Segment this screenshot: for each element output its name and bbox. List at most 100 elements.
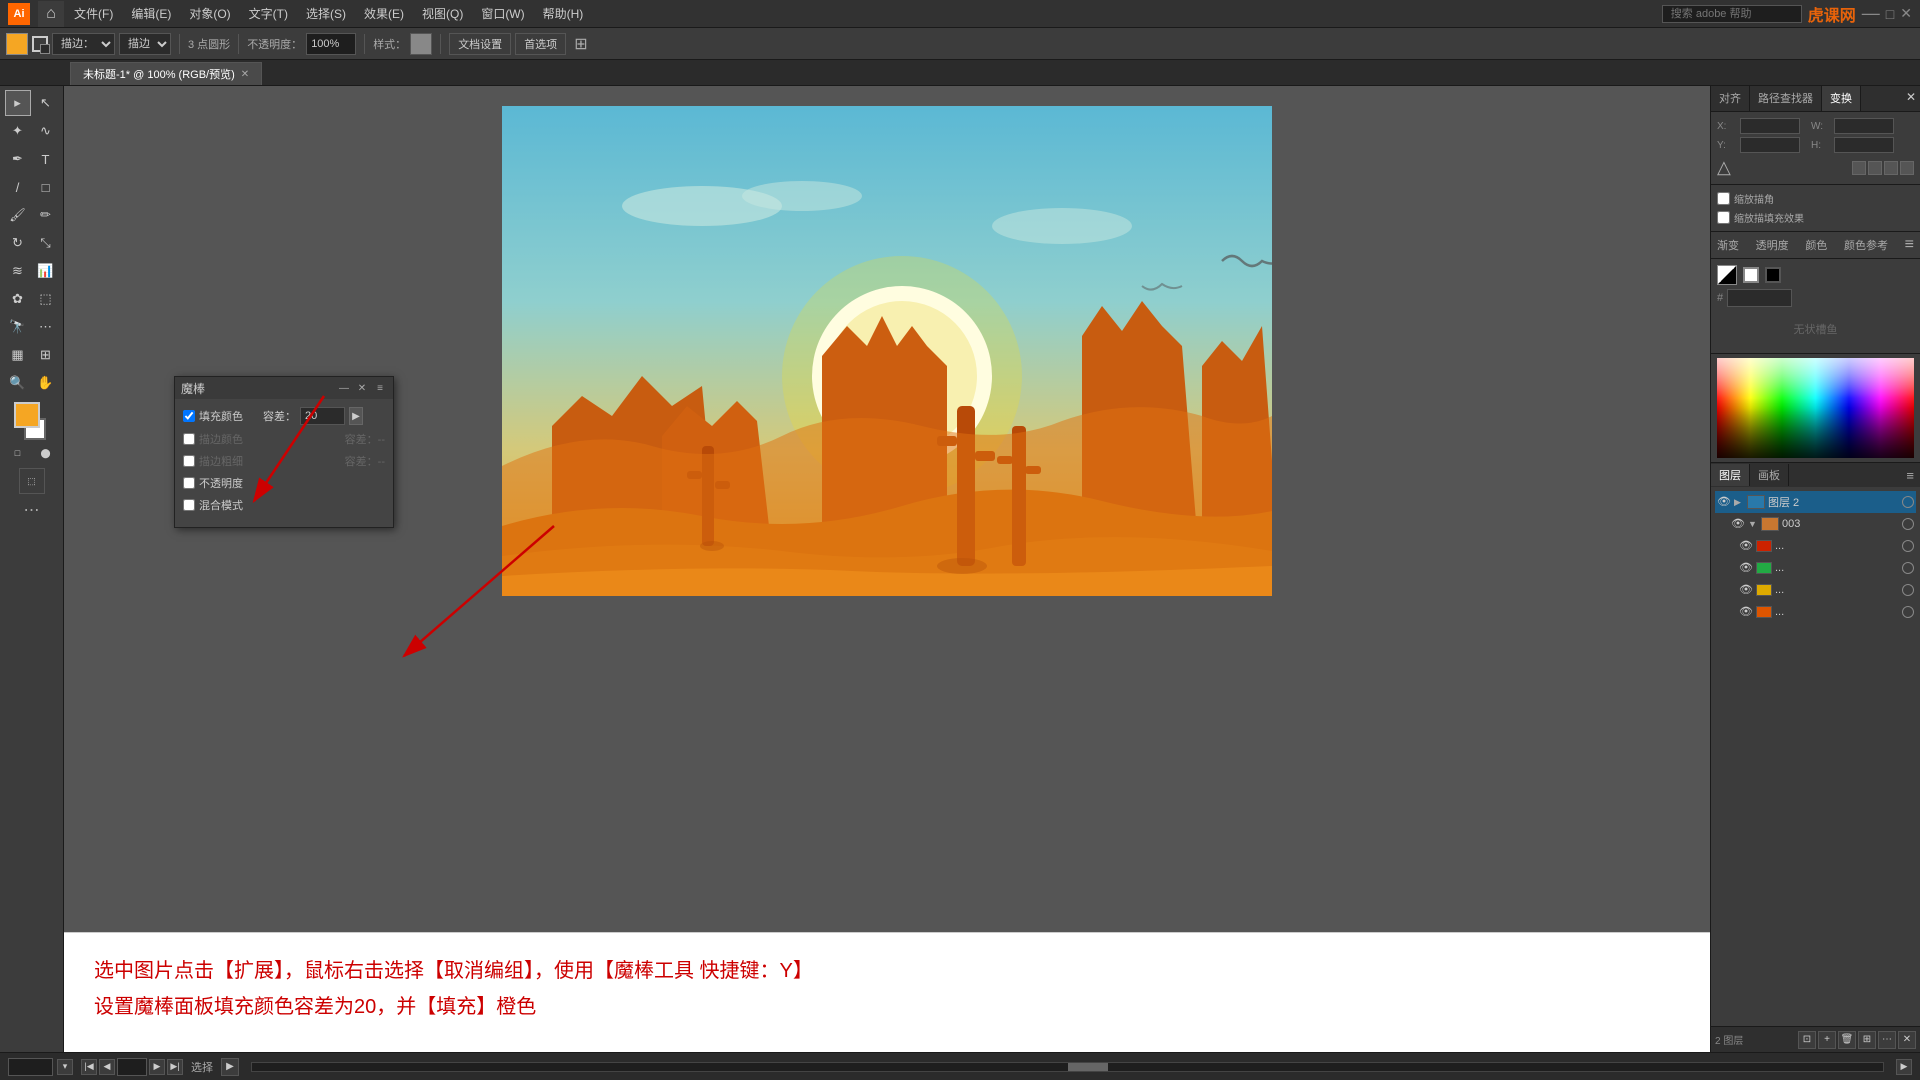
stroke-mode-select[interactable]: 描边 [119,33,171,55]
layer-eye-003[interactable]: 👁 [1731,517,1745,531]
scale-effects-checkbox[interactable] [1717,211,1730,224]
scale-btn[interactable]: ⤡ [33,230,59,256]
layer-eye-orange[interactable]: 👁 [1739,605,1753,619]
page-input[interactable]: 1 [117,1058,147,1076]
menu-file[interactable]: 文件(F) [66,3,121,24]
doc-settings-btn[interactable]: 文档设置 [449,33,511,55]
delete-layer-btn[interactable]: 🗑 [1838,1031,1856,1049]
tab-close-btn[interactable]: ✕ [241,69,249,80]
blend-btn[interactable]: ⋯ [33,314,59,340]
layer-arrow-2[interactable]: ▶ [1734,497,1744,508]
stroke-color-checkbox[interactable] [183,433,195,445]
layer-eye-red[interactable]: 👁 [1739,539,1753,553]
y-input[interactable] [1740,137,1800,153]
mesh-btn[interactable]: ⊞ [33,342,59,368]
layer-item-orange[interactable]: 👁 ... [1715,601,1916,623]
scale-strokes-checkbox[interactable] [1717,192,1730,205]
prev-page-btn[interactable]: ◀ [99,1059,115,1075]
layer-lock-003[interactable] [1902,518,1914,530]
rotate-btn[interactable]: ↻ [5,230,31,256]
artboard-tab[interactable]: 画板 [1750,464,1789,486]
mask-mode-btn[interactable]: ⬤ [33,440,59,466]
menu-object[interactable]: 对象(O) [181,3,238,24]
menu-edit[interactable]: 编辑(E) [123,3,179,24]
lasso-btn[interactable]: ∿ [33,118,59,144]
rect-btn[interactable]: □ [33,174,59,200]
restore-btn[interactable]: □ [1886,6,1894,22]
transform-btn-1[interactable] [1852,161,1866,175]
artboard-tool-btn[interactable]: ⬚ [19,468,45,494]
brush-type-select[interactable]: 描边： [52,33,115,55]
minimize-btn[interactable]: — [1862,3,1880,24]
pen-btn[interactable]: ✒ [5,146,31,172]
layer-eye-green[interactable]: 👁 [1739,561,1753,575]
zoom-btn[interactable]: 🔍 [5,370,31,396]
symbol-btn[interactable]: ✿ [5,286,31,312]
close-btn[interactable]: ✕ [1900,5,1912,22]
menu-help[interactable]: 帮助(H) [535,3,592,24]
style-color-box[interactable] [410,33,432,55]
pathfinder-tab[interactable]: 路径查找器 [1750,86,1822,111]
layers-tab[interactable]: 图层 [1711,464,1750,486]
layer-eye-2[interactable]: 👁 [1717,495,1731,509]
layer-lock-red[interactable] [1902,540,1914,552]
layer-lock-yellow[interactable] [1902,584,1914,596]
menu-window[interactable]: 窗口(W) [473,3,532,24]
prefs-btn[interactable]: 首选项 [515,33,566,55]
eyedropper-btn[interactable]: 🔭 [5,314,31,340]
stroke-width-checkbox[interactable] [183,455,195,467]
arrange-icon[interactable]: ⊞ [574,36,587,53]
layer-extra-btn[interactable]: ⋯ [1878,1031,1896,1049]
hex-input[interactable]: EF9D2E [1727,289,1792,307]
panel-close-btn[interactable]: ✕ [355,381,369,395]
opacity-input[interactable] [306,33,356,55]
gradient-swatch[interactable] [1717,265,1737,285]
menu-view[interactable]: 视图(Q) [414,3,471,24]
layer-arrow-003[interactable]: ▼ [1748,519,1758,529]
hand-btn[interactable]: ✋ [33,370,59,396]
magic-wand-btn[interactable]: ✦ [5,118,31,144]
scroll-right-btn[interactable]: ▶ [1896,1059,1912,1075]
layer-lock-orange[interactable] [1902,606,1914,618]
zoom-dropdown-btn[interactable]: ▾ [57,1059,73,1075]
align-tab[interactable]: 对齐 [1711,86,1750,111]
transform-btn-4[interactable] [1900,161,1914,175]
x-input[interactable] [1740,118,1800,134]
panel-menu-btn[interactable]: ≡ [373,381,387,395]
transform-btn-2[interactable] [1868,161,1882,175]
gradient-btn[interactable]: ▦ [5,342,31,368]
create-new-layer-btn[interactable]: + [1818,1031,1836,1049]
foreground-color[interactable] [14,402,40,428]
layer-item-003[interactable]: 👁 ▼ 003 [1715,513,1916,535]
first-page-btn[interactable]: |◀ [81,1059,97,1075]
layer-lock-green[interactable] [1902,562,1914,574]
play-btn[interactable]: ▶ [221,1058,239,1076]
normal-mode-btn[interactable]: □ [5,440,31,466]
fill-tolerance-input[interactable] [300,407,345,425]
layer-trash-btn[interactable]: ✕ [1898,1031,1916,1049]
layer-item-yellow[interactable]: 👁 ... [1715,579,1916,601]
home-btn[interactable]: ⌂ [38,1,64,27]
more-tools-btn[interactable]: ⋯ [24,500,40,520]
fill-color-swatch[interactable] [6,33,28,55]
transform-tab[interactable]: 变换 [1822,86,1861,111]
opacity-checkbox[interactable] [183,477,195,489]
layer-eye-yellow[interactable]: 👁 [1739,583,1753,597]
black-swatch[interactable] [1765,267,1781,283]
menu-select[interactable]: 选择(S) [298,3,354,24]
h-input[interactable] [1834,137,1894,153]
right-panel-close-btn[interactable]: ✕ [1902,86,1920,111]
chart-btn[interactable]: ⬚ [33,286,59,312]
panel-minimize-btn[interactable]: — [337,381,351,395]
last-page-btn[interactable]: ▶| [167,1059,183,1075]
menu-text[interactable]: 文字(T) [241,3,296,24]
panel-titlebar[interactable]: 魔棒 — ✕ ≡ [175,377,393,399]
search-input[interactable] [1662,5,1802,23]
layer-item-2[interactable]: 👁 ▶ 图层 2 [1715,491,1916,513]
layer-options-btn[interactable]: ⊞ [1858,1031,1876,1049]
layer-lock-2[interactable] [1902,496,1914,508]
panel-menu-icon[interactable]: ≡ [1905,236,1914,254]
paintbrush-btn[interactable]: 🖌 [5,202,31,228]
zoom-input[interactable]: 100% [8,1058,53,1076]
layer-item-green[interactable]: 👁 ... [1715,557,1916,579]
